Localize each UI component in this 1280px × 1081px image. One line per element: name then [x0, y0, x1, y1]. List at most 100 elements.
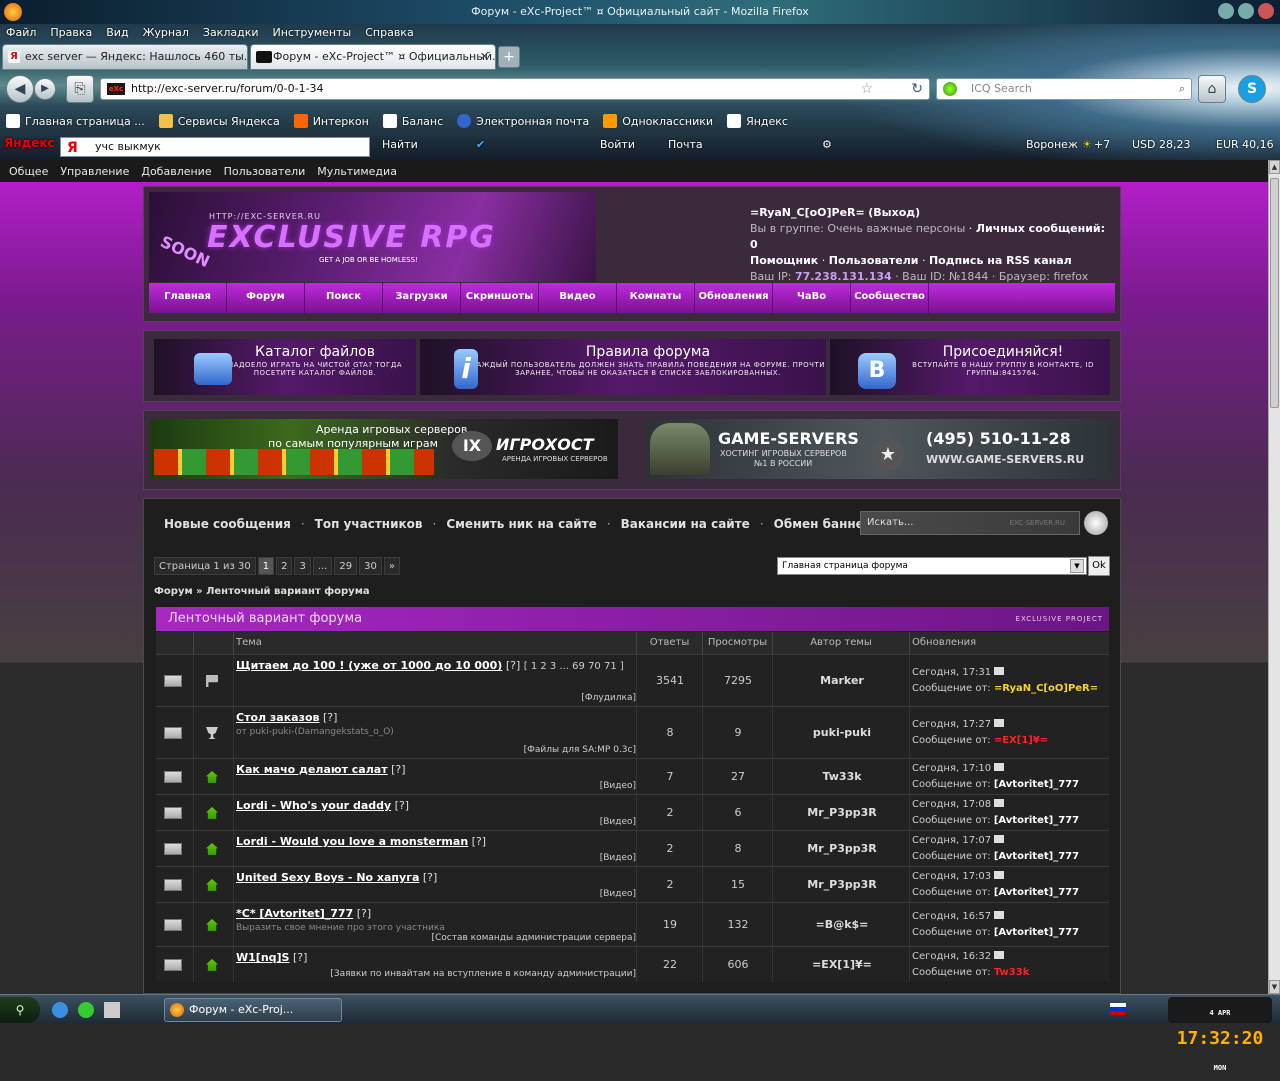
topic-query-link[interactable]: [?]	[472, 835, 486, 848]
nav-updates[interactable]: Обновления	[695, 283, 773, 313]
new-tab-button[interactable]: +	[498, 46, 520, 68]
menu-help[interactable]: Справка	[365, 26, 413, 39]
bookmark-item[interactable]: Баланс	[382, 114, 443, 128]
table-row[interactable]: Lordi - Who's your daddy [?] [Видео] 2 6 Mr…	[156, 794, 1109, 830]
users-link[interactable]: Пользователи	[829, 254, 919, 267]
scroll-down-icon[interactable]: ▼	[1269, 980, 1280, 994]
close-tab-icon[interactable]: ✕	[480, 45, 489, 69]
topic-query-link[interactable]: [?]	[323, 711, 337, 724]
page-link[interactable]: 1	[257, 557, 275, 575]
table-row[interactable]: United Sexy Boys - No хапуга [?] [Видео]…	[156, 866, 1109, 902]
maximize-button[interactable]	[1238, 3, 1254, 19]
tab-forum[interactable]: Форум - eXc-Project™ ¤ Официальный... ✕	[250, 44, 496, 70]
topic-query-link[interactable]: [?]	[391, 763, 405, 776]
topic-forum-link[interactable]: [Состав команды администрации сервера]	[432, 931, 637, 945]
language-flag-icon[interactable]	[1110, 1003, 1126, 1015]
table-row[interactable]: Стол заказов [?] от puki-puki-(Damangeks…	[156, 706, 1109, 758]
magnifier-icon[interactable]	[1084, 511, 1108, 535]
nav-downloads[interactable]: Загрузки	[383, 283, 461, 313]
menu-bookmarks[interactable]: Закладки	[203, 26, 259, 39]
topic-forum-link[interactable]: [Заявки по инвайтам на вступление в кома…	[330, 967, 636, 981]
nav-community[interactable]: Сообщество	[851, 283, 929, 313]
bookmark-item[interactable]: Сервисы Яндекса	[158, 114, 280, 128]
change-nick-link[interactable]: Сменить ник на сайте	[446, 517, 596, 531]
nav-video[interactable]: Видео	[539, 283, 617, 313]
nav-rooms[interactable]: Комнаты	[617, 283, 695, 313]
bookmark-item[interactable]: Интеркон	[293, 114, 369, 128]
sitemenu-users[interactable]: Пользователи	[224, 165, 306, 178]
last-post-icon[interactable]	[994, 911, 1005, 919]
last-poster[interactable]: [Avtoritet]_777	[994, 815, 1079, 826]
table-row[interactable]: *C* [Avtoritet]_777 [?] Выразить свое мн…	[156, 902, 1109, 946]
topic-author[interactable]: Tw33k	[774, 770, 910, 783]
menu-tools[interactable]: Инструменты	[273, 26, 352, 39]
vertical-scrollbar[interactable]: ▲ ▼	[1268, 160, 1280, 994]
bookmark-item[interactable]: Электронная почта	[457, 114, 589, 128]
history-button[interactable]: ⎘	[66, 75, 94, 103]
taskbar-firefox-window[interactable]: Форум - eXc-Proj...	[164, 998, 342, 1022]
site-logo[interactable]: HTTP://EXC-SERVER.RU EXCLUSIVE RPG GET A…	[149, 192, 596, 282]
logout-link[interactable]: (Выход)	[868, 206, 920, 219]
magnifier-icon[interactable]: ⌕	[1179, 79, 1185, 99]
topic-query-link[interactable]: [?]	[293, 951, 307, 964]
igrohost-banner[interactable]: Аренда игровых серверов по самым популяр…	[150, 419, 618, 479]
jump-ok-button[interactable]: Ok	[1088, 556, 1110, 576]
last-post-icon[interactable]	[994, 835, 1005, 843]
topic-author[interactable]: Marker	[774, 674, 910, 687]
menu-edit[interactable]: Правка	[50, 26, 92, 39]
menu-file[interactable]: Файл	[6, 26, 36, 39]
login-button[interactable]: Войти	[600, 138, 635, 151]
col-updates[interactable]: Обновления	[910, 632, 1109, 654]
yandex-search-button[interactable]: Найти	[382, 138, 418, 151]
topic-forum-link[interactable]: [Видео]	[600, 779, 636, 793]
topic-author[interactable]: puki-puki	[774, 726, 910, 739]
nav-screenshots[interactable]: Скриншоты	[461, 283, 539, 313]
reload-icon[interactable]: ↻	[911, 79, 923, 99]
gear-icon[interactable]: ⚙	[822, 138, 832, 151]
forward-button[interactable]: ▶	[34, 78, 56, 100]
topic-link[interactable]: W1[nq]S	[236, 951, 289, 964]
next-page-link[interactable]: »	[383, 557, 400, 575]
topic-link[interactable]: Lordi - Who's your daddy	[236, 799, 391, 812]
home-button[interactable]: ⌂	[1198, 75, 1226, 103]
menu-history[interactable]: Журнал	[143, 26, 189, 39]
bookmark-item[interactable]: Яндекс	[727, 114, 788, 128]
topic-pages[interactable]: [ 1 2 3 ... 69 70 71 ]	[524, 661, 624, 672]
crumb-forum[interactable]: Форум	[154, 586, 193, 597]
sitemenu-multimedia[interactable]: Мультимедиа	[317, 165, 397, 178]
nav-forum[interactable]: Форум	[227, 283, 305, 313]
last-poster[interactable]: [Avtoritet]_777	[994, 851, 1079, 862]
topic-link[interactable]: United Sexy Boys - No хапуга	[236, 871, 419, 884]
table-row[interactable]: W1[nq]S [?] [Заявки по инвайтам на вступ…	[156, 946, 1109, 982]
skype-icon[interactable]: S	[1238, 75, 1266, 103]
topic-link[interactable]: Как мачо делают салат	[236, 763, 388, 776]
nav-faq[interactable]: ЧаВо	[773, 283, 851, 313]
tab-yandex[interactable]: Я exc server — Яндекс: Нашлось 460 ты...	[2, 44, 248, 70]
sitemenu-add[interactable]: Добавление	[141, 165, 211, 178]
rss-link[interactable]: Подпись на RSS канал	[929, 254, 1072, 267]
topic-query-link[interactable]: [?]	[423, 871, 437, 884]
helper-link[interactable]: Помощник	[750, 254, 818, 267]
last-poster[interactable]: =EX[1]¥=	[994, 735, 1048, 746]
star-icon[interactable]: ☆	[860, 79, 873, 99]
info-forum-rules[interactable]: i Правила форума КАЖДЫЙ ПОЛЬЗОВАТЕЛЬ ДОЛ…	[420, 339, 826, 395]
sitemenu-manage[interactable]: Управление	[60, 165, 129, 178]
table-row[interactable]: Щитаем до 100 ! (уже от 1000 до 10 000) …	[156, 654, 1109, 706]
chevron-down-icon[interactable]: ▼	[1070, 559, 1084, 573]
topic-forum-link[interactable]: [Видео]	[600, 851, 636, 865]
page-link[interactable]: 2	[276, 557, 293, 575]
checkmark-icon[interactable]: ✔	[476, 138, 485, 151]
table-row[interactable]: Как мачо делают салат [?] [Видео] 7 27 Tw33…	[156, 758, 1109, 794]
clock[interactable]: 4 APR 17:32:20 MON	[1168, 997, 1272, 1072]
yandex-search-input[interactable]: Я учс выкмук	[60, 137, 370, 157]
minimize-button[interactable]	[1218, 3, 1234, 19]
info-join-vk[interactable]: B Присоединяйся! ВСТУПАЙТЕ В НАШУ ГРУППУ…	[830, 339, 1110, 395]
forum-jump-select[interactable]: Главная страница форума ▼	[777, 557, 1087, 575]
nav-search[interactable]: Поиск	[305, 283, 383, 313]
game-servers-banner[interactable]: GAME-SERVERS ХОСТИНГ ИГРОВЫХ СЕРВЕРОВ №1…	[646, 419, 1116, 479]
topic-author[interactable]: =EX[1]¥=	[774, 958, 910, 971]
table-row[interactable]: Lordi - Would you love a monsterman [?] …	[156, 830, 1109, 866]
scroll-up-icon[interactable]: ▲	[1269, 160, 1280, 174]
url-bar[interactable]: eXc http://exc-server.ru/forum/0-0-1-34 …	[100, 78, 930, 100]
new-messages-link[interactable]: Новые сообщения	[164, 517, 291, 531]
